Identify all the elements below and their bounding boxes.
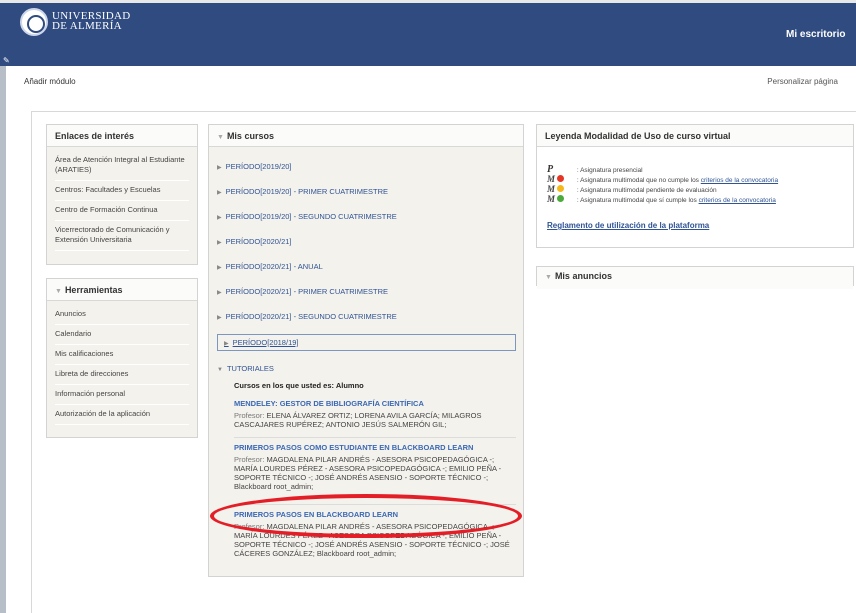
expand-arrow-icon: ▶ (217, 290, 222, 296)
presencial-p-icon: P (547, 164, 554, 175)
mis-cursos-title-text: Mis cursos (226, 131, 274, 141)
course-divider (234, 437, 516, 438)
collapse-triangle-icon[interactable]: ▼ (545, 274, 552, 281)
multimodal-green-icon: M (547, 195, 575, 205)
course-link-primeros-pasos-estudiante[interactable]: PRIMEROS PASOS COMO ESTUDIANTE EN BLACKB… (234, 443, 473, 452)
period-2020-21[interactable]: ▶ PERÍODO[2020/21] (217, 237, 292, 246)
period-label: PERÍODO[2019/20] (225, 162, 292, 171)
tool-informacion-personal[interactable]: Información personal (55, 385, 189, 405)
legend-si-cumple: M : Asignatura multimodal que sí cumple … (547, 195, 778, 205)
tool-libreta-direcciones[interactable]: Libreta de direcciones (55, 365, 189, 385)
course-link-mendeley[interactable]: MENDELEY: GESTOR DE BIBLIOGRAFÍA CIENTÍF… (234, 399, 424, 408)
period-2019-20-segundo[interactable]: ▶ PERÍODO[2019/20] - SEGUNDO CUATRIMESTRE (217, 212, 397, 221)
criterios-link[interactable]: criterios de la convocatoria (701, 177, 778, 184)
highlight-ellipse (210, 494, 522, 538)
module-title-leyenda: Leyenda Modalidad de Uso de curso virtua… (537, 125, 853, 147)
university-logo-text[interactable]: UNIVERSIDAD DE ALMERÍA (52, 11, 130, 32)
period-2019-20-primer[interactable]: ▶ PERÍODO[2019/20] - PRIMER CUATRIMESTRE (217, 187, 388, 196)
expand-arrow-icon: ▶ (217, 315, 222, 321)
link-vicerrectorado[interactable]: Vicerrectorado de Comunicación y Extensi… (55, 221, 189, 251)
link-formacion-continua[interactable]: Centro de Formación Continua (55, 201, 189, 221)
left-rule (0, 66, 6, 613)
period-2019-20[interactable]: ▶ PERÍODO[2019/20] (217, 162, 292, 171)
period-label: PERÍODO[2020/21] - ANUAL (225, 262, 323, 271)
period-2018-19[interactable]: ▶ PERÍODO[2018/19] (217, 334, 516, 351)
tool-mis-calificaciones[interactable]: Mis calificaciones (55, 345, 189, 365)
expand-arrow-icon: ▶ (217, 265, 222, 271)
course-role-text: Cursos en los que usted es: Alumno (234, 381, 364, 390)
period-2020-21-anual[interactable]: ▶ PERÍODO[2020/21] - ANUAL (217, 262, 323, 271)
collapse-triangle-icon[interactable]: ▼ (55, 288, 62, 295)
tab-mi-escritorio[interactable]: Mi escritorio (786, 29, 845, 40)
period-label: PERÍODO[2019/20] - PRIMER CUATRIMESTRE (225, 187, 389, 196)
module-title-herramientas: ▼ Herramientas (47, 279, 197, 301)
expand-arrow-icon: ▶ (217, 240, 222, 246)
legend-text: : Asignatura presencial (576, 167, 643, 174)
anuncios-title-text: Mis anuncios (554, 271, 612, 281)
link-araties[interactable]: Área de Atención Integral al Estudiante … (55, 151, 189, 181)
legend-text: : Asignatura multimodal pendiente de eva… (576, 187, 717, 194)
period-label: TUTORIALES (226, 364, 274, 373)
period-label: PERÍODO[2020/21] - SEGUNDO CUATRIMESTRE (225, 312, 397, 321)
reglamento-link[interactable]: Reglamento de utilización de la platafor… (547, 221, 709, 230)
legend-pendiente: M : Asignatura multimodal pendiente de e… (547, 185, 778, 195)
expand-arrow-icon: ▶ (217, 165, 222, 171)
herramientas-title-text: Herramientas (64, 285, 123, 295)
professor-names: ELENA ÁLVAREZ ORTIZ; LORENA AVILA GARCÍA… (234, 411, 482, 429)
expand-arrow-icon: ▶ (224, 341, 229, 347)
collapse-triangle-icon[interactable]: ▼ (217, 134, 224, 141)
period-label: PERÍODO[2020/21] (225, 237, 292, 246)
legend-presencial: P : Asignatura presencial (547, 165, 778, 175)
module-title-mis-cursos: ▼ Mis cursos (209, 125, 523, 147)
tool-anuncios[interactable]: Anuncios (55, 305, 189, 325)
period-label: PERÍODO[2019/20] - SEGUNDO CUATRIMESTRE (225, 212, 397, 221)
university-seal-logo[interactable] (20, 8, 48, 36)
period-label: PERÍODO[2018/19] (232, 338, 299, 347)
criterios-link[interactable]: criterios de la convocatoria (699, 197, 776, 204)
period-2020-21-segundo[interactable]: ▶ PERÍODO[2020/21] - SEGUNDO CUATRIMESTRE (217, 312, 397, 321)
module-leyenda: Leyenda Modalidad de Uso de curso virtua… (536, 124, 854, 248)
module-herramientas: ▼ Herramientas Anuncios Calendario Mis ca… (46, 278, 198, 438)
professor-names: MAGDALENA PILAR ANDRÉS - ASESORA PSICOPE… (234, 455, 502, 491)
legend-text: : Asignatura multimodal que no cumple lo… (576, 177, 701, 184)
period-tutoriales[interactable]: ▼ TUTORIALES (217, 364, 274, 373)
module-enlaces: Enlaces de interés Área de Atención Inte… (46, 124, 198, 265)
course-professors: Profesor: MAGDALENA PILAR ANDRÉS - ASESO… (234, 455, 516, 491)
page-toolbar: Añadir módulo Personalizar página (6, 66, 856, 98)
period-2020-21-primer[interactable]: ▶ PERÍODO[2020/21] - PRIMER CUATRIMESTRE (217, 287, 388, 296)
professor-label: Profesor: (234, 455, 265, 464)
expand-arrow-icon: ▶ (217, 215, 222, 221)
header-top-line (0, 0, 856, 3)
module-title-enlaces: Enlaces de interés (47, 125, 197, 147)
legend-no-cumple: M : Asignatura multimodal que no cumple … (547, 175, 778, 185)
link-centros[interactable]: Centros: Facultades y Escuelas (55, 181, 189, 201)
module-title-anuncios: ▼ Mis anuncios (537, 267, 853, 289)
tool-autorizacion-aplicacion[interactable]: Autorización de la aplicación (55, 405, 189, 425)
site-header: UNIVERSIDAD DE ALMERÍA Mi escritorio ✎ (0, 0, 856, 66)
legend-text: : Asignatura multimodal que sí cumple lo… (576, 197, 699, 204)
period-label: PERÍODO[2020/21] - PRIMER CUATRIMESTRE (225, 287, 389, 296)
pencil-icon[interactable]: ✎ (3, 56, 10, 65)
module-mis-anuncios: ▼ Mis anuncios (536, 266, 854, 289)
professor-label: Profesor: (234, 411, 265, 420)
collapse-arrow-icon: ▼ (217, 367, 223, 373)
logo-line-2: DE ALMERÍA (52, 20, 122, 32)
expand-arrow-icon: ▶ (217, 190, 222, 196)
add-module-button[interactable]: Añadir módulo (24, 77, 76, 86)
course-professors: Profesor: ELENA ÁLVAREZ ORTIZ; LORENA AV… (234, 411, 516, 429)
tool-calendario[interactable]: Calendario (55, 325, 189, 345)
customize-page-button[interactable]: Personalizar página (767, 77, 838, 86)
